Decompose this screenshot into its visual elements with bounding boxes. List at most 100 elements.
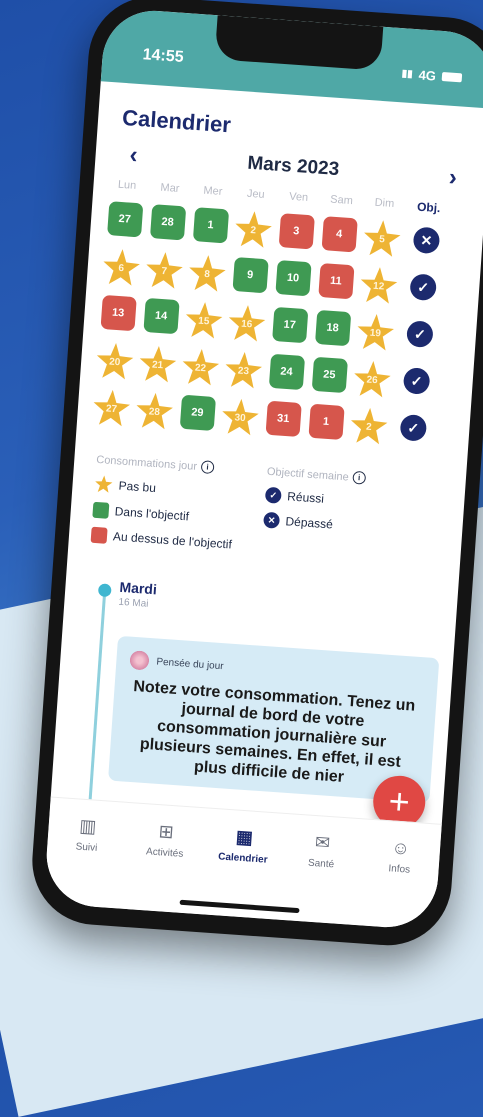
signal-icon: ▮▮ (401, 68, 414, 80)
legend-item-exceeded: ✕ Dépassé (263, 511, 363, 535)
tab-label: Activités (145, 846, 184, 860)
day-cell[interactable]: 23 (223, 351, 264, 392)
info-icon[interactable]: i (352, 470, 367, 485)
day-cell[interactable]: 27 (106, 201, 143, 238)
weekday-header: Jeu (246, 187, 266, 201)
tab-suivi[interactable]: ▥ Suivi (56, 812, 119, 855)
day-cell[interactable]: 13 (100, 294, 137, 332)
app-screen: 14:55 ▮▮ 4G Calendrier ‹ Mars 2023 › Lun… (43, 7, 483, 931)
legend-weekly: Objectif semaine i ✓ Réussi ✕ Dépassé (261, 465, 367, 562)
legend-item-success: ✓ Réussi (264, 486, 365, 510)
weekday-header: Sam (329, 193, 354, 208)
day-cell[interactable]: 25 (311, 356, 348, 394)
month-label: Mars 2023 (246, 152, 340, 181)
day-cell[interactable]: 16 (226, 304, 267, 345)
day-cell[interactable]: 19 (355, 313, 396, 354)
phone-frame: 14:55 ▮▮ 4G Calendrier ‹ Mars 2023 › Lun… (28, 0, 483, 950)
legend-consumption-title: Consommations jour i (96, 453, 238, 476)
check-circle-icon: ✓ (399, 414, 428, 442)
day-cell[interactable]: 6 (101, 248, 142, 289)
day-cell[interactable]: 9 (231, 256, 269, 294)
day-cell[interactable]: 4 (321, 216, 358, 253)
cross-circle-icon: ✕ (412, 226, 441, 255)
tab-label: Santé (307, 857, 335, 871)
weekday-header: Lun (117, 178, 137, 192)
green-square-icon (92, 501, 110, 519)
weekday-header: Dim (374, 196, 395, 210)
day-cell[interactable]: 28 (134, 392, 175, 433)
legend-label: Au dessus de l'objectif (112, 529, 233, 552)
day-cell[interactable]: 2 (349, 407, 390, 448)
day-cell[interactable]: 3 (278, 213, 315, 250)
weekday-header: Mer (202, 184, 223, 198)
legend-weekly-title: Objectif semaine i (267, 465, 367, 485)
health-chat-icon: ✉ (314, 831, 331, 853)
day-cell[interactable]: 10 (274, 259, 312, 297)
legend-item-above-goal: Au dessus de l'objectif (90, 526, 233, 553)
notch (214, 15, 384, 71)
cross-circle-icon: ✕ (263, 511, 281, 529)
chevron-left-icon[interactable]: ‹ (129, 141, 139, 169)
info-person-icon: ☺ (390, 836, 411, 859)
tab-label: Infos (388, 863, 411, 876)
day-cell[interactable]: 26 (352, 360, 393, 401)
tab-sante[interactable]: ✉ Santé (291, 829, 354, 872)
flower-icon (127, 648, 152, 673)
calendar-grid: Lun Mar Mer Jeu Ven Sam Dim Obj. 27 28 1 2 3 4 5 ✕ 6 7 8 9 1… (77, 167, 483, 453)
tab-calendrier[interactable]: ▦ Calendrier (213, 823, 276, 866)
calendar-icon: ▦ (235, 826, 254, 848)
timeline: Mardi 16 Mai Pensée du jour Notez votre … (52, 575, 457, 806)
chevron-right-icon[interactable]: › (448, 164, 458, 192)
check-circle-icon: ✓ (264, 486, 282, 504)
battery-icon (441, 72, 463, 83)
legend-label: Réussi (286, 489, 325, 506)
day-cell[interactable]: 21 (137, 345, 178, 386)
check-circle-icon: ✓ (409, 273, 438, 302)
day-cell[interactable]: 18 (314, 309, 351, 347)
timeline-dot (97, 583, 112, 598)
day-cell[interactable]: 2 (233, 210, 274, 251)
day-cell[interactable]: 28 (149, 204, 186, 241)
thought-label: Pensée du jour (156, 656, 224, 672)
day-cell[interactable]: 24 (268, 353, 305, 391)
network-label: 4G (418, 67, 437, 84)
status-indicators: ▮▮ 4G (401, 66, 463, 85)
info-icon[interactable]: i (200, 460, 215, 475)
legend-item-not-drunk: Pas bu (94, 475, 236, 503)
day-cell[interactable]: 11 (317, 262, 355, 300)
day-cell[interactable]: 8 (187, 254, 228, 295)
tab-label: Calendrier (217, 851, 268, 866)
check-circle-icon: ✓ (402, 367, 431, 395)
day-cell[interactable]: 20 (94, 342, 135, 383)
legend-consumption-title-text: Consommations jour (95, 453, 198, 473)
day-cell[interactable]: 31 (265, 400, 302, 437)
day-cell[interactable]: 29 (179, 394, 216, 431)
day-cell[interactable]: 1 (307, 403, 345, 440)
tab-label: Suivi (75, 841, 98, 854)
star-icon (94, 475, 113, 494)
tab-activites[interactable]: ⊞ Activités (134, 818, 197, 861)
day-cell[interactable]: 27 (91, 389, 132, 430)
day-cell[interactable]: 5 (362, 219, 403, 260)
legend-label: Pas bu (118, 478, 157, 496)
activities-grid-icon: ⊞ (157, 820, 175, 842)
day-cell[interactable]: 7 (144, 251, 185, 292)
day-cell[interactable]: 14 (142, 297, 180, 335)
day-cell[interactable]: 1 (192, 207, 229, 244)
tab-infos[interactable]: ☺ Infos (369, 834, 432, 877)
obj-header: Obj. (416, 199, 441, 216)
legend-label: Dans l'objectif (114, 504, 190, 524)
timeline-line (88, 585, 107, 806)
legend-item-within-goal: Dans l'objectif (92, 501, 234, 528)
legend-weekly-title-text: Objectif semaine (266, 465, 350, 483)
day-cell[interactable]: 17 (271, 306, 308, 344)
status-time: 14:55 (142, 46, 185, 66)
legend-label: Dépassé (285, 514, 334, 532)
check-circle-icon: ✓ (406, 320, 434, 348)
tracking-icon: ▥ (78, 815, 98, 837)
day-cell[interactable]: 22 (180, 348, 221, 389)
day-cell[interactable]: 15 (184, 301, 225, 342)
day-cell[interactable]: 30 (220, 398, 261, 439)
day-cell[interactable]: 12 (358, 266, 399, 307)
weekday-header: Ven (288, 190, 309, 204)
